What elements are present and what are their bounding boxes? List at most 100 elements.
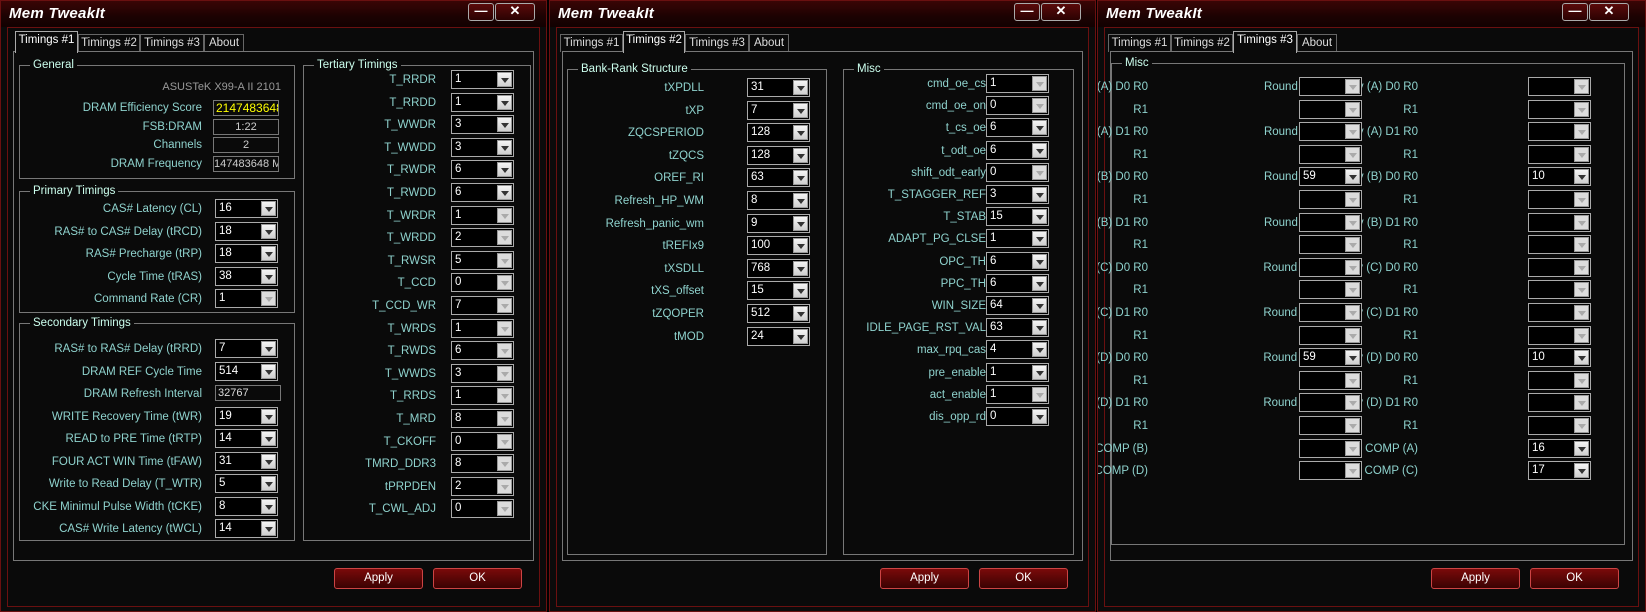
chevron-down-icon[interactable] (1032, 187, 1047, 202)
chevron-down-icon[interactable] (497, 207, 512, 223)
value-dropdown[interactable] (1528, 235, 1591, 255)
title-bar[interactable]: Mem TweakIt — ✕ (1098, 1, 1645, 27)
value-dropdown[interactable]: 3 (451, 115, 514, 135)
value-dropdown[interactable] (1528, 99, 1591, 119)
value-dropdown[interactable]: 2 (451, 476, 514, 496)
value-dropdown[interactable]: 128 (747, 145, 810, 165)
value-dropdown[interactable]: 1 (986, 229, 1049, 249)
chevron-down-icon[interactable] (261, 498, 276, 514)
tab-timings-1[interactable]: Timings #1 (1108, 34, 1171, 52)
chevron-down-icon[interactable] (793, 283, 808, 299)
tab-about[interactable]: About (749, 34, 789, 52)
chevron-down-icon[interactable] (793, 260, 808, 276)
chevron-down-icon[interactable] (261, 476, 276, 491)
tab-timings-3[interactable]: Timings #3 (140, 34, 204, 52)
tab-timings-1[interactable]: Timings #1 (560, 34, 623, 52)
value-dropdown[interactable]: 64 (986, 296, 1049, 315)
chevron-down-icon[interactable] (497, 320, 512, 336)
value-dropdown[interactable]: 3 (451, 363, 514, 383)
chevron-down-icon[interactable] (1345, 146, 1360, 162)
value-dropdown[interactable]: 59 (1299, 348, 1362, 368)
value-dropdown[interactable]: 6 (986, 251, 1049, 271)
minimize-button[interactable]: — (1014, 3, 1040, 21)
value-dropdown[interactable]: 38 (215, 266, 278, 286)
value-dropdown[interactable]: 3 (451, 137, 514, 157)
chevron-down-icon[interactable] (497, 185, 512, 200)
value-dropdown[interactable]: 24 (747, 326, 810, 346)
value-dropdown[interactable] (1528, 370, 1591, 390)
value-dropdown[interactable] (1299, 303, 1362, 322)
chevron-down-icon[interactable] (1574, 124, 1589, 140)
chevron-down-icon[interactable] (1345, 259, 1360, 275)
value-dropdown[interactable] (1299, 212, 1362, 232)
chevron-down-icon[interactable] (497, 230, 512, 246)
value-dropdown[interactable]: 6 (451, 183, 514, 202)
chevron-down-icon[interactable] (497, 94, 512, 110)
chevron-down-icon[interactable] (793, 306, 808, 321)
chevron-down-icon[interactable] (261, 246, 276, 261)
chevron-down-icon[interactable] (1032, 98, 1047, 114)
chevron-down-icon[interactable] (793, 238, 808, 254)
close-button[interactable]: ✕ (1041, 3, 1081, 21)
value-dropdown[interactable] (1528, 212, 1591, 232)
chevron-down-icon[interactable] (1032, 164, 1047, 180)
value-dropdown[interactable]: 1 (451, 205, 514, 225)
chevron-down-icon[interactable] (1345, 101, 1360, 117)
chevron-down-icon[interactable] (497, 456, 512, 472)
value-dropdown[interactable] (1528, 416, 1591, 435)
chevron-down-icon[interactable] (497, 433, 512, 449)
chevron-down-icon[interactable] (1345, 350, 1360, 366)
chevron-down-icon[interactable] (1032, 364, 1047, 380)
value-dropdown[interactable]: 5 (451, 250, 514, 270)
value-dropdown[interactable]: 16 (215, 199, 278, 218)
value-dropdown[interactable] (1299, 77, 1362, 96)
chevron-down-icon[interactable] (1032, 142, 1047, 158)
title-bar[interactable]: Mem TweakIt — ✕ (1, 1, 546, 27)
chevron-down-icon[interactable] (1345, 237, 1360, 253)
chevron-down-icon[interactable] (1574, 327, 1589, 343)
chevron-down-icon[interactable] (1574, 305, 1589, 320)
value-dropdown[interactable] (1299, 190, 1362, 209)
chevron-down-icon[interactable] (497, 478, 512, 494)
chevron-down-icon[interactable] (497, 162, 512, 178)
apply-button[interactable]: Apply (334, 568, 423, 589)
value-dropdown[interactable]: 128 (747, 123, 810, 143)
tab-timings-1[interactable]: Timings #1 (15, 31, 78, 53)
value-dropdown[interactable]: 18 (215, 244, 278, 263)
chevron-down-icon[interactable] (793, 80, 808, 95)
tab-timings-2[interactable]: Timings #2 (1171, 34, 1233, 52)
chevron-down-icon[interactable] (497, 117, 512, 133)
value-dropdown[interactable] (1299, 280, 1362, 300)
chevron-down-icon[interactable] (497, 275, 512, 291)
ok-button[interactable]: OK (979, 568, 1068, 589)
value-dropdown[interactable] (1299, 122, 1362, 142)
value-dropdown[interactable] (1299, 438, 1362, 458)
tab-about[interactable]: About (1297, 34, 1337, 52)
chevron-down-icon[interactable] (1032, 320, 1047, 336)
chevron-down-icon[interactable] (261, 201, 276, 216)
value-dropdown[interactable]: 0 (986, 407, 1049, 426)
value-dropdown[interactable]: 16 (1528, 438, 1591, 458)
value-dropdown[interactable]: 514 (215, 361, 278, 381)
value-dropdown[interactable] (1528, 257, 1591, 277)
chevron-down-icon[interactable] (1345, 395, 1360, 411)
chevron-down-icon[interactable] (1032, 298, 1047, 313)
chevron-down-icon[interactable] (497, 343, 512, 359)
chevron-down-icon[interactable] (1032, 386, 1047, 402)
value-dropdown[interactable] (1528, 77, 1591, 96)
chevron-down-icon[interactable] (1032, 120, 1047, 136)
tab-timings-2[interactable]: Timings #2 (623, 31, 685, 53)
chevron-down-icon[interactable] (497, 298, 512, 313)
value-dropdown[interactable]: 0 (986, 162, 1049, 182)
value-dropdown[interactable]: 2 (451, 228, 514, 248)
chevron-down-icon[interactable] (1345, 305, 1360, 320)
tab-about[interactable]: About (204, 34, 244, 52)
value-dropdown[interactable]: 14 (215, 519, 278, 538)
value-dropdown[interactable]: 512 (747, 304, 810, 323)
chevron-down-icon[interactable] (1574, 259, 1589, 275)
chevron-down-icon[interactable] (1574, 169, 1589, 185)
value-dropdown[interactable]: 1 (451, 318, 514, 338)
chevron-down-icon[interactable] (1574, 79, 1589, 94)
value-dropdown[interactable]: 10 (1528, 167, 1591, 187)
value-dropdown[interactable] (1528, 190, 1591, 209)
